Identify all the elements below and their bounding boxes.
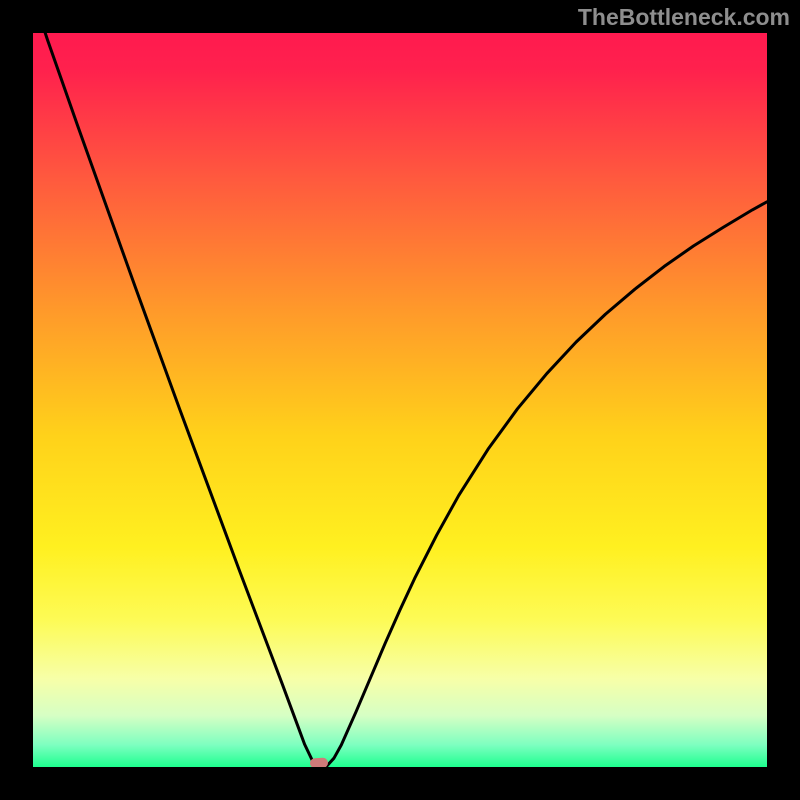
bottleneck-curve (33, 33, 767, 767)
optimal-marker (310, 758, 328, 767)
plot-area (33, 33, 767, 767)
watermark-text: TheBottleneck.com (578, 4, 790, 31)
outer-frame: TheBottleneck.com (0, 0, 800, 800)
